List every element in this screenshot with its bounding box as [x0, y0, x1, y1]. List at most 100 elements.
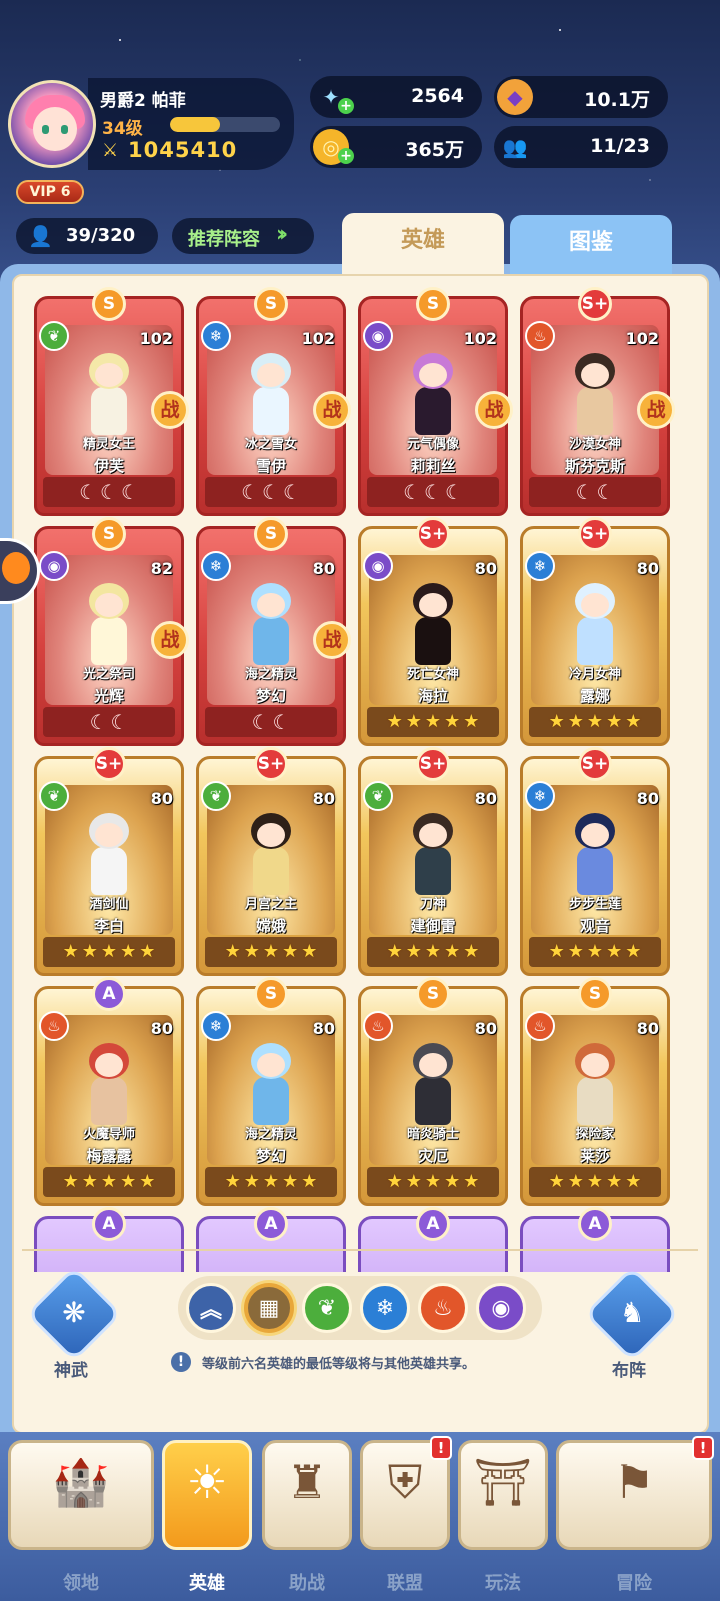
hero-title: 月宫之主	[244, 897, 297, 912]
nav-label: 助战	[289, 1573, 325, 1594]
resource-value: 10.1万	[584, 89, 650, 111]
star-icon: ★	[424, 941, 442, 962]
hero-card[interactable]: S+ ❄ 80 步步生莲 观音 ★ ★ ★ ★ ★	[520, 747, 670, 976]
rank-badge: S	[416, 977, 450, 1011]
hero-card[interactable]: S+ ❦ 80 刀神 建御雷 ★ ★ ★ ★ ★	[358, 747, 508, 976]
nav-hero[interactable]: ☀	[162, 1440, 252, 1550]
hero-sprite	[237, 347, 305, 437]
hero-card[interactable]: S+ ♨ 102 战沙漠女神 斯芬克斯 ☾ ☾	[520, 287, 675, 516]
hero-title: 死亡女神	[406, 667, 459, 682]
hero-card[interactable]: A	[34, 1207, 184, 1272]
star-icon: ★	[139, 941, 156, 962]
hero-name: 灾厄	[417, 1147, 448, 1165]
sprite-body	[253, 387, 289, 435]
alert-badge: !	[430, 1436, 452, 1460]
star-icon: ★	[444, 711, 461, 732]
star-icon: ★	[444, 941, 461, 962]
hero-sprite	[399, 577, 467, 667]
hero-card[interactable]: S+ ◉ 80 死亡女神 海拉 ★ ★ ★ ★ ★	[358, 517, 508, 746]
awaken-moons: ☾ ☾ ☾	[205, 477, 337, 507]
hero-level: 80	[150, 1019, 173, 1038]
rank-badge: S+	[578, 747, 612, 781]
star-icon: ★	[386, 1171, 403, 1192]
ice-element-icon: ❄	[201, 551, 231, 581]
hero-card[interactable]: S ♨ 80 探险家 莱莎 ★ ★ ★ ★ ★	[520, 977, 670, 1206]
nav-label: 玩法	[485, 1573, 521, 1594]
resource-friends[interactable]: 👥 11/23	[494, 126, 668, 168]
hero-title: 精灵女王	[82, 437, 135, 452]
filter-fire-button[interactable]: ♨	[418, 1283, 468, 1333]
nav-castle[interactable]: 🏰	[8, 1440, 154, 1550]
star-icon: ★	[625, 1171, 642, 1192]
star-icon: ★	[301, 1171, 318, 1192]
hero-name: 雪伊	[255, 457, 286, 475]
filter-ice-button[interactable]: ❄	[360, 1283, 410, 1333]
sprite-face	[257, 823, 285, 847]
rank-badge: S+	[578, 287, 612, 321]
hero-card[interactable]: S+ ❦ 80 月宫之主 嫦娥 ★ ★ ★ ★ ★	[196, 747, 346, 976]
hero-card[interactable]: S+ ❦ 80 酒剑仙 李白 ★ ★ ★ ★ ★	[34, 747, 184, 976]
rank-sort-button[interactable]: ︽	[186, 1283, 236, 1333]
resource-gold[interactable]: ◎ + 365万	[310, 126, 482, 168]
resource-purple-gem[interactable]: ◆ 10.1万	[494, 76, 668, 118]
moon-icon: ☾	[424, 480, 442, 504]
star-icon: ★	[405, 711, 422, 732]
nav-gate[interactable]: ⛩	[458, 1440, 548, 1550]
hero-card[interactable]: A	[196, 1207, 346, 1272]
resource-star-crystal[interactable]: ✦ + 2564	[310, 76, 482, 118]
filter-nature-button[interactable]: ❦	[302, 1283, 352, 1333]
nav-flag[interactable]: ⚑	[556, 1440, 712, 1550]
star-rating: ★ ★ ★ ★ ★	[367, 707, 499, 737]
dark-element-icon: ◉	[363, 551, 393, 581]
star-icon: ★	[224, 941, 241, 962]
tab-gallery[interactable]: 图鉴	[510, 215, 672, 275]
filter-dark-button[interactable]: ◉	[476, 1283, 526, 1333]
hero-card[interactable]: S ❦ 102 战精灵女王 伊芙 ☾ ☾ ☾	[34, 287, 189, 516]
rank-badge: S	[254, 977, 288, 1011]
hero-name: 梦幻	[255, 687, 286, 705]
star-icon: ★	[567, 1171, 584, 1192]
hero-card[interactable]: S ❄ 80 海之精灵 梦幻 ★ ★ ★ ★ ★	[196, 977, 346, 1206]
awaken-moons: ☾ ☾ ☾	[367, 477, 499, 507]
mascot-icon	[2, 552, 30, 584]
hero-level: 102	[463, 329, 497, 348]
hero-grid[interactable]: S ❦ 102 战精灵女王 伊芙 ☾ ☾ ☾ S ❄ 102 战冰之雪女 雪伊 ☾ ☾ ☾ S ◉ 102 战元气偶像…	[24, 282, 696, 1272]
hero-card[interactable]: A	[520, 1207, 670, 1272]
hero-card[interactable]: S ❄ 80 战海之精灵 梦幻 ☾ ☾	[196, 517, 351, 746]
hero-level: 102	[139, 329, 173, 348]
hero-card[interactable]: S ◉ 82 战光之祭司 光辉 ☾ ☾	[34, 517, 189, 746]
sprite-body	[91, 617, 127, 665]
hero-title: 冰之雪女	[244, 437, 297, 452]
nature-element-icon: ❦	[39, 781, 69, 811]
filter-all-button[interactable]: ▦	[244, 1283, 294, 1333]
star-icon: ★	[625, 941, 642, 962]
vip-badge[interactable]: VIP 6	[16, 180, 84, 204]
hero-card[interactable]: S ♨ 80 暗炎骑士 灾厄 ★ ★ ★ ★ ★	[358, 977, 508, 1206]
add-icon[interactable]: +	[338, 148, 354, 164]
player-avatar[interactable]	[8, 80, 96, 168]
tab-heroes[interactable]: 英雄	[342, 213, 504, 275]
divine-weapon-icon: ❋	[62, 1296, 86, 1329]
add-icon[interactable]: +	[338, 98, 354, 114]
star-icon: ★	[243, 941, 260, 962]
hero-card[interactable]: S ◉ 102 战元气偶像 莉莉丝 ☾ ☾ ☾	[358, 287, 513, 516]
xp-fill	[170, 117, 220, 132]
star-rating: ★ ★ ★ ★ ★	[205, 1167, 337, 1197]
hero-card[interactable]: A ♨ 80 火魔导师 梅露露 ★ ★ ★ ★ ★	[34, 977, 184, 1206]
hero-card[interactable]: S+ ❄ 80 冷月女神 露娜 ★ ★ ★ ★ ★	[520, 517, 670, 746]
hero-level: 82	[150, 559, 173, 578]
in-battle-badge: 战	[637, 391, 675, 429]
rank-badge: A	[578, 1207, 612, 1241]
recommend-lineup-button[interactable]: 推荐阵容 ››	[172, 218, 314, 254]
sprite-body	[415, 617, 451, 665]
nav-support[interactable]: ♜	[262, 1440, 352, 1550]
hero-card[interactable]: S ❄ 102 战冰之雪女 雪伊 ☾ ☾ ☾	[196, 287, 351, 516]
hero-level: 80	[474, 559, 497, 578]
ice-element-icon: ❄	[525, 551, 555, 581]
rank-badge: S+	[578, 517, 612, 551]
nature-element-icon: ❦	[363, 781, 393, 811]
divine-weapon-label: 神武	[54, 1361, 88, 1381]
star-icon: ★	[120, 1171, 137, 1192]
hero-card[interactable]: A	[358, 1207, 508, 1272]
fire-element-icon: ♨	[525, 1011, 555, 1041]
